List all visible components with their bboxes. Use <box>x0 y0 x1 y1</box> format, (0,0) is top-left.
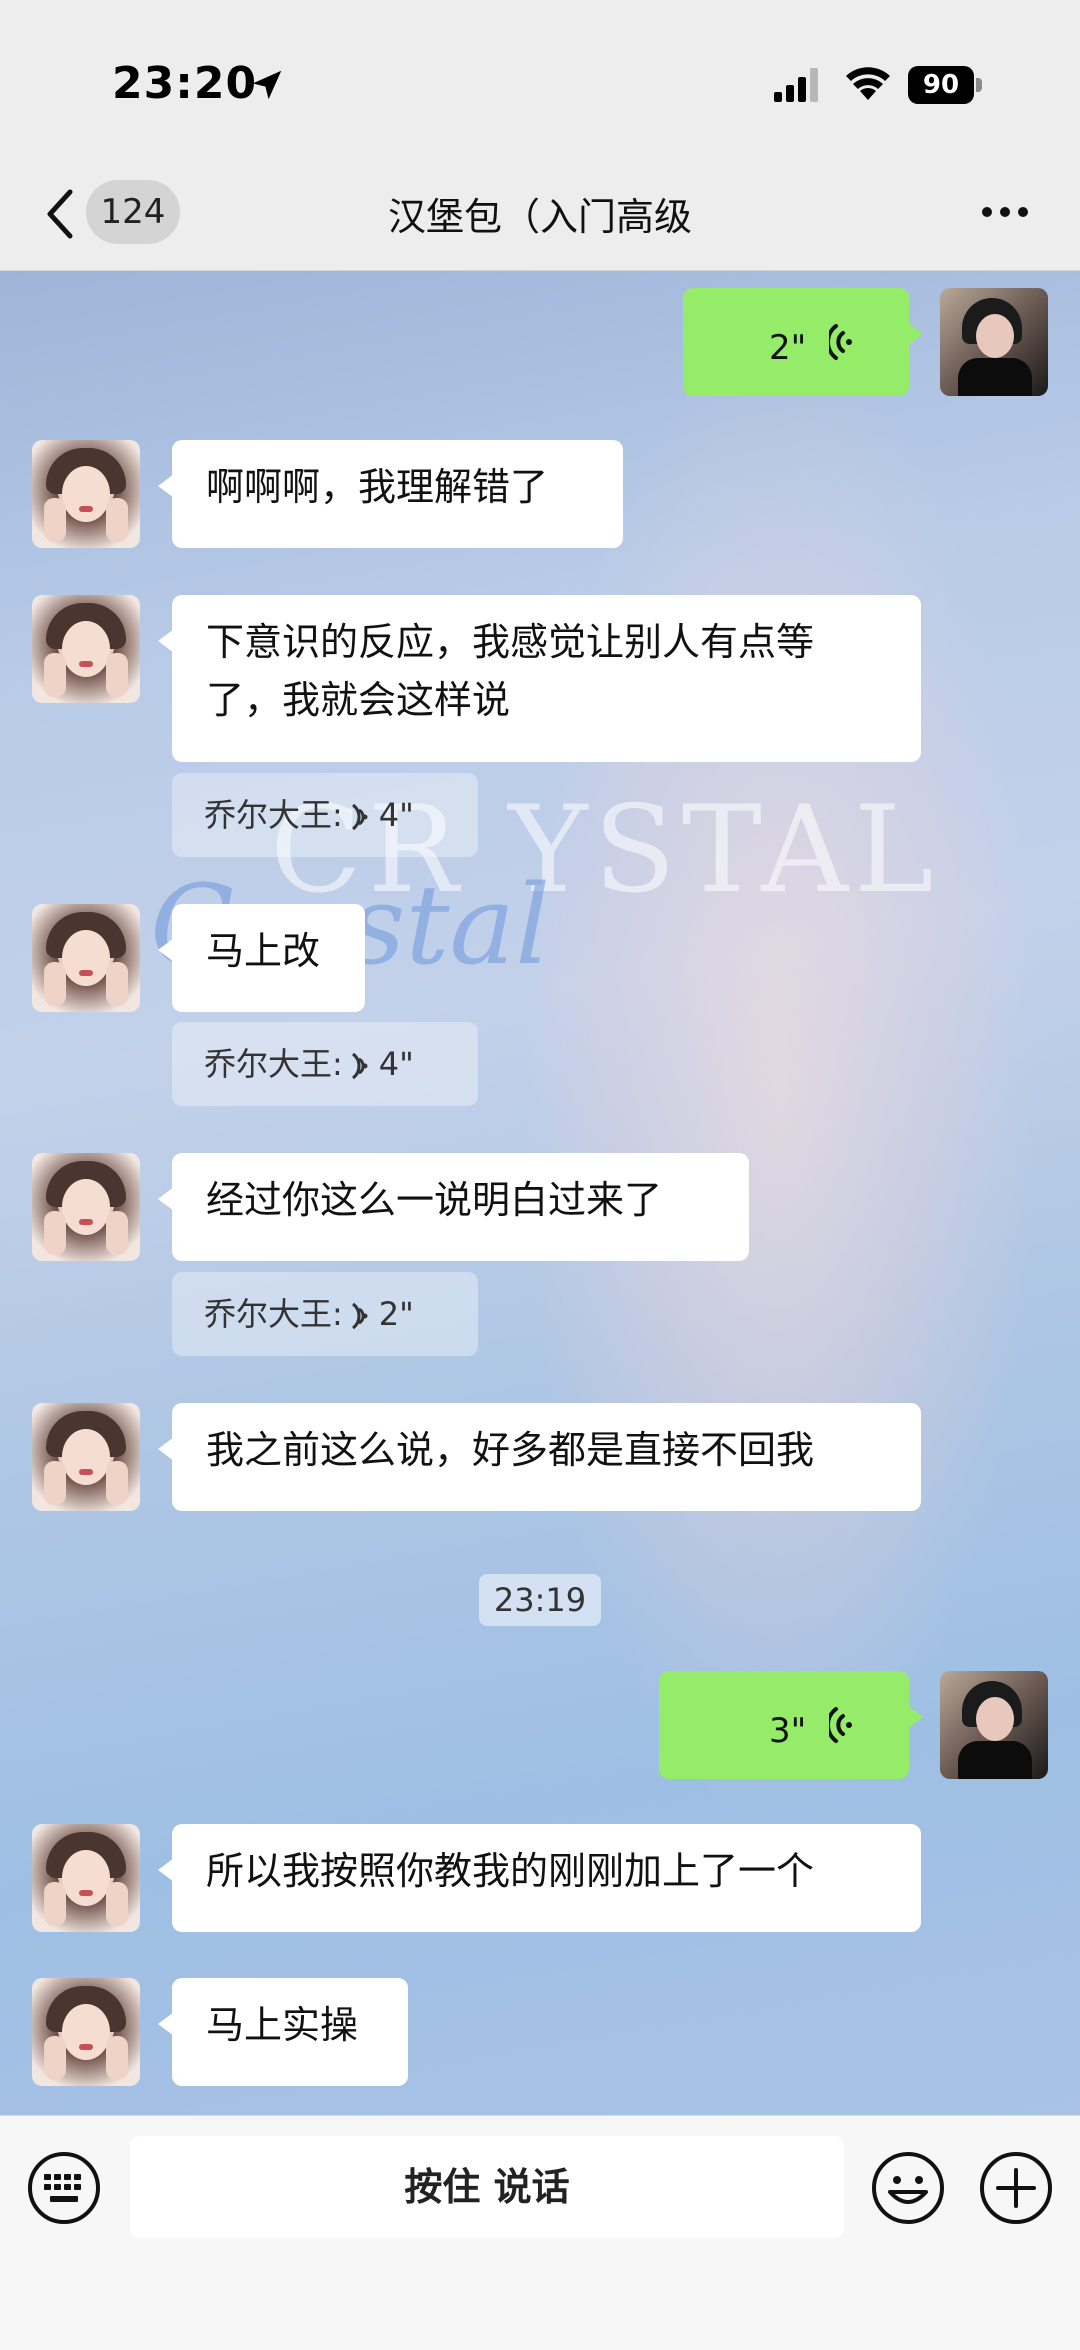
contact-avatar[interactable] <box>32 1824 140 1932</box>
chat-area[interactable]: CR YSTAL Crystal 2" 啊啊啊，我理解错了 下意识的反应，我感觉… <box>0 271 1080 2115</box>
location-arrow-icon <box>252 70 282 100</box>
quote-duration: 4" <box>378 796 414 834</box>
quote-duration: 2" <box>378 1295 414 1333</box>
battery-indicator: 90 <box>908 66 984 104</box>
emoji-icon[interactable] <box>870 2150 946 2226</box>
message-text: 经过你这么一说明白过来了 <box>206 1178 663 1222</box>
text-message-bubble[interactable]: 所以我按照你教我的刚刚加上了一个 <box>158 1824 921 1932</box>
contact-avatar[interactable] <box>32 595 140 703</box>
message-text: 马上改 <box>206 929 321 973</box>
cellular-signal-icon <box>774 68 818 102</box>
text-message-bubble[interactable]: 经过你这么一说明白过来了 <box>158 1153 749 1261</box>
text-message-bubble[interactable]: 啊啊啊，我理解错了 <box>158 440 623 548</box>
contact-avatar[interactable] <box>32 440 140 548</box>
voice-message-bubble[interactable]: 3" <box>659 1671 923 1779</box>
quoted-voice-reference[interactable]: 乔尔大王: 4" <box>172 773 478 857</box>
contact-avatar[interactable] <box>32 1153 140 1261</box>
contact-avatar[interactable] <box>32 904 140 1012</box>
quote-duration: 4" <box>378 1045 414 1083</box>
quoted-voice-reference[interactable]: 乔尔大王: 2" <box>172 1272 478 1356</box>
voice-duration: 3" <box>769 1711 807 1751</box>
hold-to-talk-button[interactable]: 按住 说话 <box>130 2136 844 2238</box>
text-message-bubble[interactable]: 马上实操 <box>158 1978 408 2086</box>
voice-wave-icon <box>351 1052 368 1080</box>
message-text-line: 了，我就会这样说 <box>206 678 511 722</box>
status-time: 23:20 <box>112 58 258 109</box>
status-bar: 23:20 90 <box>0 0 1080 160</box>
chat-timestamp: 23:19 <box>479 1574 601 1626</box>
text-message-bubble[interactable]: 下意识的反应，我感觉让别人有点等 了，我就会这样说 <box>158 595 921 762</box>
voice-wave-icon <box>829 324 852 360</box>
my-avatar[interactable] <box>940 288 1048 396</box>
message-text: 马上实操 <box>206 2003 359 2047</box>
quote-sender: 乔尔大王: <box>204 796 343 834</box>
keyboard-icon[interactable] <box>26 2150 102 2226</box>
message-text: 啊啊啊，我理解错了 <box>206 465 549 509</box>
plus-icon[interactable] <box>978 2150 1054 2226</box>
chat-title: 汉堡包（入门高级 <box>387 195 692 239</box>
wifi-icon <box>846 67 890 100</box>
quote-sender: 乔尔大王: <box>204 1045 343 1083</box>
message-text-line: 下意识的反应，我感觉让别人有点等 <box>206 620 815 664</box>
contact-avatar[interactable] <box>32 1403 140 1511</box>
my-avatar[interactable] <box>940 1671 1048 1779</box>
text-message-bubble[interactable]: 马上改 <box>158 904 365 1012</box>
voice-duration: 2" <box>769 328 807 368</box>
chat-nav-bar: 124 汉堡包（入门高级 <box>0 160 1080 271</box>
voice-wave-icon <box>829 1707 852 1743</box>
more-icon[interactable] <box>980 202 1030 222</box>
message-text: 所以我按照你教我的刚刚加上了一个 <box>206 1849 815 1893</box>
voice-wave-icon <box>351 1302 368 1330</box>
quote-sender: 乔尔大王: <box>204 1295 343 1333</box>
message-text: 我之前这么说，好多都是直接不回我 <box>206 1428 815 1472</box>
contact-avatar[interactable] <box>32 1978 140 2086</box>
quoted-voice-reference[interactable]: 乔尔大王: 4" <box>172 1022 478 1106</box>
input-bar: 按住 说话 <box>0 2115 1080 2350</box>
voice-wave-icon <box>351 803 368 831</box>
voice-message-bubble[interactable]: 2" <box>683 288 923 396</box>
text-message-bubble[interactable]: 我之前这么说，好多都是直接不回我 <box>158 1403 921 1511</box>
